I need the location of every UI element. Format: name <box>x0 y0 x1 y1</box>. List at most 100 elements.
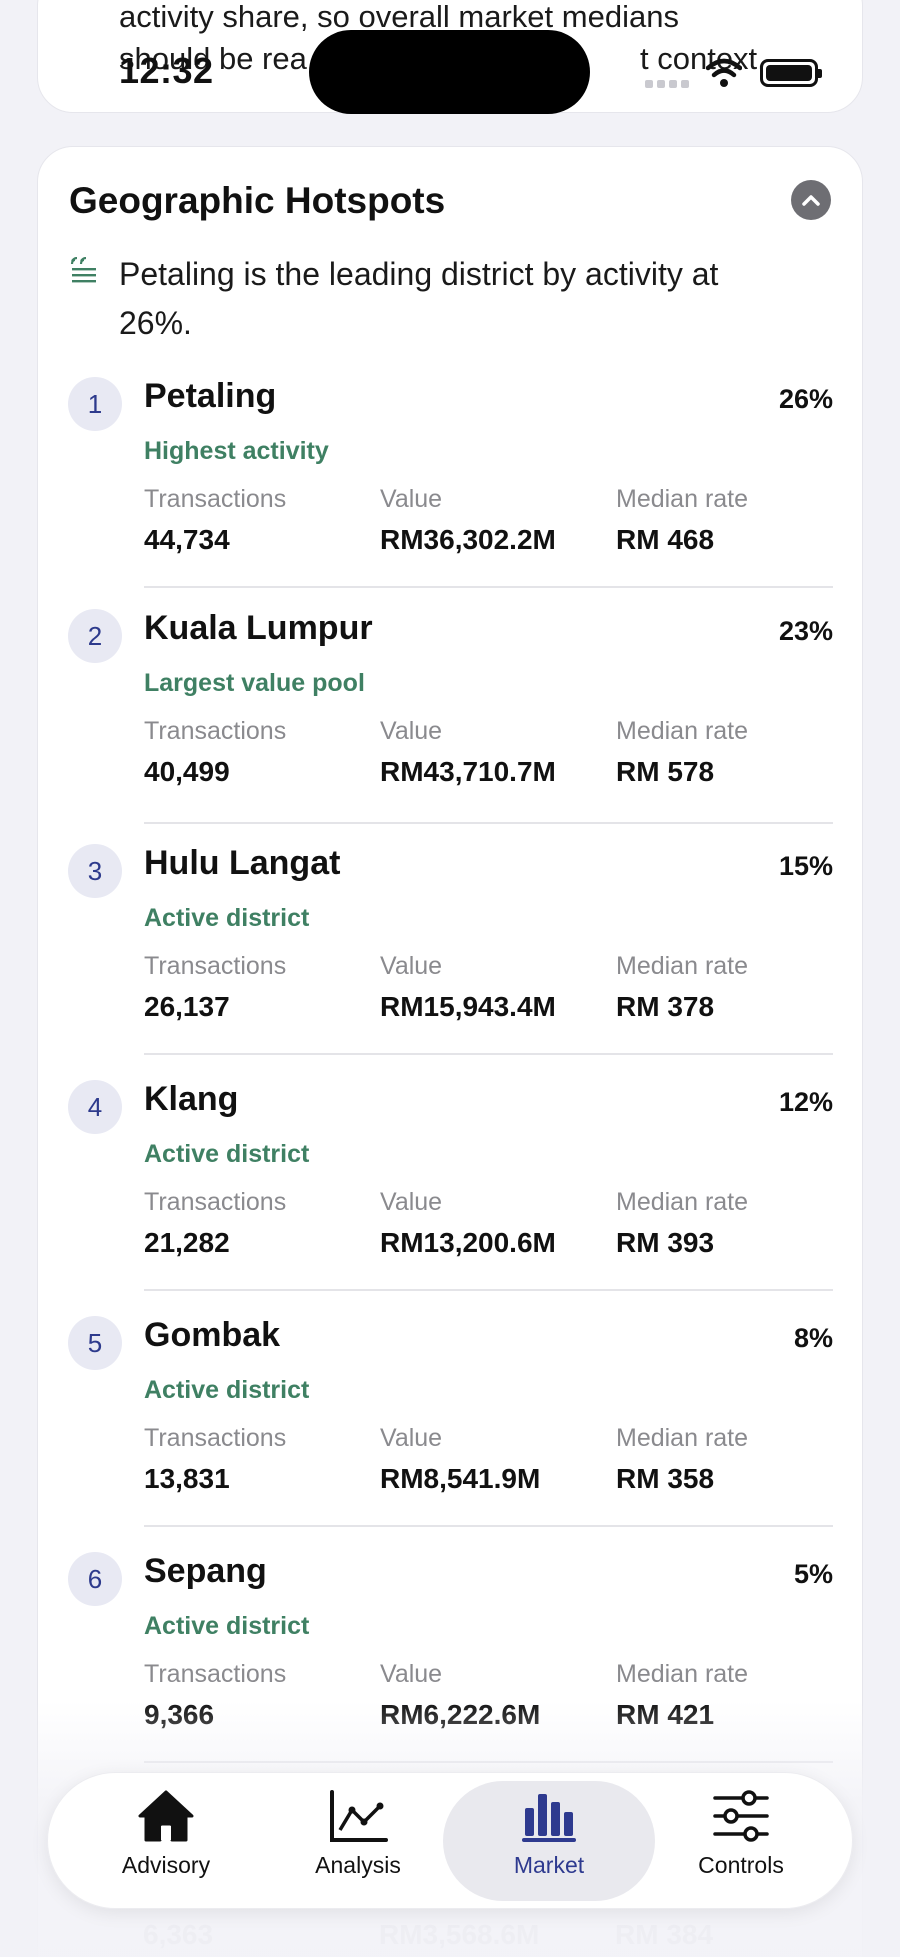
tab-label: Analysis <box>315 1852 401 1878</box>
partial-transactions-value: 6,363 <box>143 1919 214 1950</box>
median-rate-label: Median rate <box>616 717 749 745</box>
row-divider <box>144 1525 833 1527</box>
value-amount: RM13,200.6M <box>380 1227 556 1258</box>
tab-label: Advisory <box>121 1852 211 1878</box>
district-name: Kuala Lumpur <box>144 609 373 647</box>
value-label: Value <box>380 1424 443 1452</box>
district-tag: Active district <box>144 1140 310 1168</box>
value-label: Value <box>380 485 443 513</box>
status-time: 12:32 <box>119 50 214 91</box>
transactions-value: 21,282 <box>144 1227 230 1258</box>
value-amount: RM15,943.4M <box>380 991 556 1022</box>
district-row[interactable]: 3 Hulu Langat 15% Active district Transa… <box>38 844 864 1080</box>
section-title: Geographic Hotspots <box>69 180 446 221</box>
district-name: Petaling <box>144 377 277 415</box>
median-rate-label: Median rate <box>616 1424 749 1452</box>
insight-summary: Petaling is the leading district by acti… <box>119 256 719 341</box>
district-share: 12% <box>778 1087 833 1117</box>
sliders-icon <box>713 1790 769 1842</box>
district-row[interactable]: 5 Gombak 8% Active district Transactions… <box>38 1316 864 1552</box>
tab-label: Market <box>513 1852 585 1878</box>
transactions-label: Transactions <box>144 952 287 980</box>
district-row[interactable]: 1 Petaling 26% Highest activity Transact… <box>38 377 864 613</box>
median-rate-value: RM 358 <box>616 1463 715 1494</box>
rank-badge: 6 <box>68 1552 122 1606</box>
district-row[interactable]: 2 Kuala Lumpur 23% Largest value pool Tr… <box>38 609 864 845</box>
transactions-value: 9,366 <box>144 1699 215 1730</box>
median-rate-label: Median rate <box>616 1660 749 1688</box>
median-rate-value: RM 468 <box>616 524 715 555</box>
district-row[interactable]: 6 Sepang 5% Active district Transactions… <box>38 1552 864 1788</box>
district-share: 5% <box>793 1559 833 1589</box>
line-chart-icon <box>330 1790 388 1842</box>
collapse-button[interactable] <box>791 180 831 220</box>
district-share: 23% <box>778 616 833 646</box>
row-divider <box>144 586 833 588</box>
tab-bar: Advisory Analysis Market Controls <box>47 1772 853 1909</box>
value-amount: RM8,541.9M <box>380 1463 541 1494</box>
value-label: Value <box>380 717 443 745</box>
district-name: Klang <box>144 1080 239 1118</box>
tab-advisory[interactable]: Advisory <box>60 1781 272 1901</box>
district-tag: Active district <box>144 904 310 932</box>
district-name: Gombak <box>144 1316 281 1354</box>
median-rate-value: RM 393 <box>616 1227 715 1258</box>
district-name: Hulu Langat <box>144 844 341 882</box>
geographic-hotspots-card: Geographic Hotspots Petaling is the lead… <box>37 146 863 1957</box>
transactions-value: 40,499 <box>144 756 230 787</box>
house-icon <box>138 1790 194 1842</box>
chevron-up-icon <box>802 195 820 206</box>
district-row[interactable]: 4 Klang 12% Active district Transactions… <box>38 1080 864 1316</box>
cellular-signal-icon <box>645 80 689 88</box>
transactions-value: 44,734 <box>144 524 230 555</box>
transactions-label: Transactions <box>144 1660 287 1688</box>
transactions-label: Transactions <box>144 485 287 513</box>
transactions-value: 13,831 <box>144 1463 230 1494</box>
dynamic-island <box>309 30 590 114</box>
row-divider <box>144 822 833 824</box>
median-rate-label: Median rate <box>616 1188 749 1216</box>
district-share: 26% <box>778 384 833 414</box>
value-amount: RM43,710.7M <box>380 756 556 787</box>
transactions-value: 26,137 <box>144 991 230 1022</box>
rank-badge: 1 <box>68 377 122 431</box>
median-rate-value: RM 578 <box>616 756 715 787</box>
median-rate-value: RM 378 <box>616 991 715 1022</box>
district-tag: Active district <box>144 1376 310 1404</box>
tab-market[interactable]: Market <box>443 1781 655 1901</box>
district-share: 8% <box>793 1323 833 1353</box>
rank-badge: 4 <box>68 1080 122 1134</box>
district-name: Sepang <box>144 1552 267 1590</box>
district-tag: Largest value pool <box>144 669 365 697</box>
value-label: Value <box>380 952 443 980</box>
row-divider <box>144 1053 833 1055</box>
median-rate-value: RM 421 <box>616 1699 715 1730</box>
rank-badge: 5 <box>68 1316 122 1370</box>
previous-card-text-line2-tail: t context. <box>640 41 766 76</box>
value-label: Value <box>380 1188 443 1216</box>
value-label: Value <box>380 1660 443 1688</box>
district-tag: Highest activity <box>144 437 329 465</box>
transactions-label: Transactions <box>144 717 287 745</box>
transactions-label: Transactions <box>144 1188 287 1216</box>
partial-value-amount: RM3,568.6M <box>379 1919 540 1950</box>
value-amount: RM6,222.6M <box>380 1699 541 1730</box>
rank-badge: 3 <box>68 844 122 898</box>
tab-controls[interactable]: Controls <box>635 1781 847 1901</box>
district-share: 15% <box>778 851 833 881</box>
wifi-icon <box>706 58 742 87</box>
district-tag: Active district <box>144 1612 310 1640</box>
value-amount: RM36,302.2M <box>380 524 556 555</box>
partial-median-rate-value: RM 384 <box>615 1919 714 1950</box>
battery-icon <box>760 59 822 87</box>
median-rate-label: Median rate <box>616 485 749 513</box>
tab-analysis[interactable]: Analysis <box>252 1781 464 1901</box>
rank-badge: 2 <box>68 609 122 663</box>
median-rate-label: Median rate <box>616 952 749 980</box>
quote-icon <box>70 257 96 283</box>
tab-label: Controls <box>698 1852 784 1878</box>
row-divider <box>144 1761 833 1763</box>
transactions-label: Transactions <box>144 1424 287 1452</box>
row-divider <box>144 1289 833 1291</box>
bar-chart-icon <box>522 1794 576 1842</box>
